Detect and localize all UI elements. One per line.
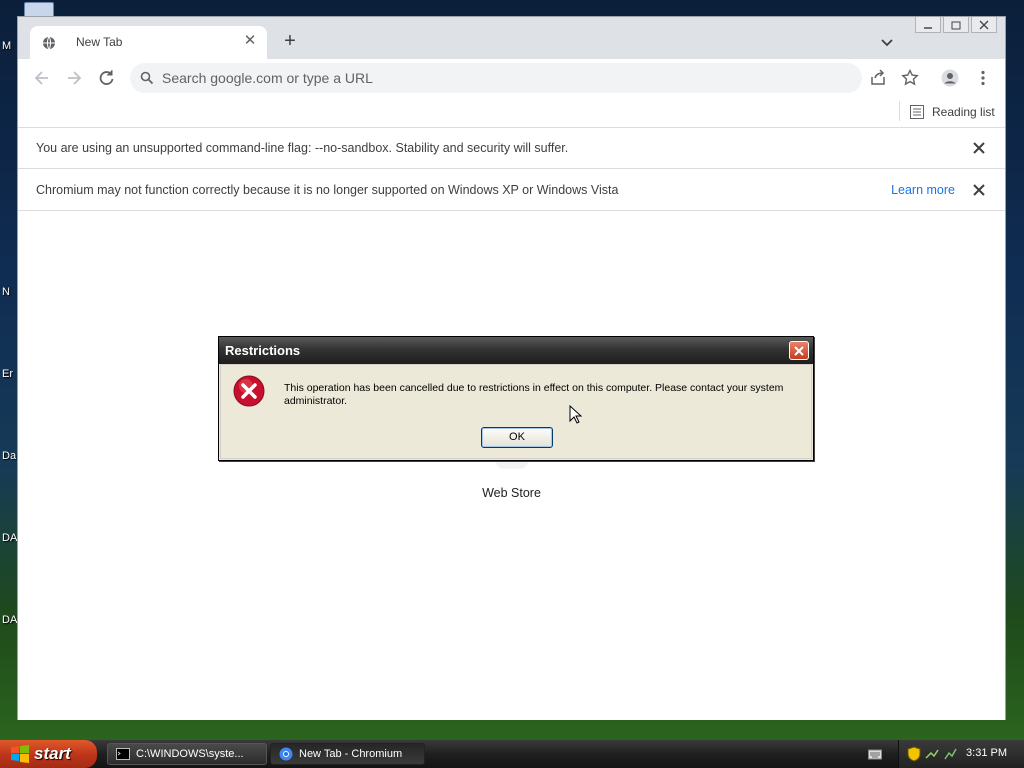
start-button[interactable]: start bbox=[0, 740, 97, 768]
reading-list-button[interactable]: Reading list bbox=[910, 103, 995, 121]
chevron-down-icon[interactable] bbox=[878, 33, 896, 51]
dialog-close-button[interactable] bbox=[789, 341, 809, 360]
error-icon bbox=[233, 375, 265, 407]
share-icon[interactable] bbox=[869, 69, 887, 87]
taskbar-item-cmd[interactable]: C:\WINDOWS\syste... bbox=[107, 743, 267, 765]
address-placeholder: Search google.com or type a URL bbox=[162, 70, 373, 86]
separator bbox=[899, 101, 900, 121]
infobar-text: Chromium may not function correctly beca… bbox=[36, 183, 619, 197]
toolbar: Search google.com or type a URL bbox=[18, 59, 1005, 97]
desktop-icon-label[interactable]: Da bbox=[2, 450, 16, 462]
learn-more-link[interactable]: Learn more bbox=[891, 183, 955, 197]
windows-logo-icon bbox=[11, 745, 29, 763]
tab-strip: New Tab ✕ + bbox=[18, 17, 1005, 59]
start-label: start bbox=[34, 744, 71, 763]
reload-icon[interactable] bbox=[96, 68, 116, 88]
close-window-button[interactable] bbox=[971, 17, 997, 33]
dialog-message: This operation has been cancelled due to… bbox=[284, 382, 784, 407]
star-icon[interactable] bbox=[901, 69, 919, 87]
clock[interactable]: 3:31 PM bbox=[966, 747, 1007, 759]
page-content: Web Store bbox=[18, 214, 1005, 720]
webstore-label[interactable]: Web Store bbox=[18, 486, 1005, 500]
profile-icon[interactable] bbox=[941, 69, 959, 87]
search-icon bbox=[140, 71, 154, 85]
new-tab-button[interactable]: + bbox=[280, 31, 300, 51]
taskbar: start C:\WINDOWS\syste... New Tab - Chro… bbox=[0, 740, 1024, 768]
infobar-text: You are using an unsupported command-lin… bbox=[36, 141, 569, 155]
keyboard-icon[interactable] bbox=[868, 748, 882, 760]
dialog-body: This operation has been cancelled due to… bbox=[220, 364, 812, 459]
ok-button[interactable]: OK bbox=[481, 427, 553, 448]
address-bar[interactable]: Search google.com or type a URL bbox=[130, 63, 862, 93]
tab-new-tab[interactable]: New Tab ✕ bbox=[30, 26, 267, 59]
network-icon[interactable] bbox=[925, 747, 939, 761]
tab-title: New Tab bbox=[76, 35, 123, 49]
close-icon[interactable] bbox=[971, 140, 987, 156]
minimize-button[interactable] bbox=[915, 17, 941, 33]
chromium-icon bbox=[279, 747, 293, 761]
desktop-icon-label[interactable]: DA bbox=[2, 614, 17, 626]
minimize-icon bbox=[924, 26, 932, 29]
desktop-icon-label[interactable]: N bbox=[2, 286, 10, 298]
connection-icon[interactable] bbox=[943, 747, 957, 761]
dialog-title: Restrictions bbox=[225, 343, 301, 358]
reading-list-icon bbox=[910, 105, 924, 119]
window-controls bbox=[915, 17, 997, 33]
menu-icon[interactable] bbox=[974, 69, 992, 87]
webstore-tile[interactable] bbox=[496, 461, 528, 469]
taskbar-item-label: C:\WINDOWS\syste... bbox=[136, 748, 244, 760]
back-arrow-icon[interactable] bbox=[32, 68, 52, 88]
reading-list-label: Reading list bbox=[932, 105, 995, 119]
close-icon bbox=[979, 20, 989, 29]
taskbar-item-label: New Tab - Chromium bbox=[299, 748, 403, 760]
restore-button[interactable] bbox=[943, 17, 969, 33]
bookmark-bar: Reading list bbox=[18, 97, 1005, 128]
taskbar-item-chromium[interactable]: New Tab - Chromium bbox=[270, 743, 425, 765]
close-icon[interactable] bbox=[971, 182, 987, 198]
infobar-sandbox: You are using an unsupported command-lin… bbox=[18, 128, 1005, 169]
globe-icon bbox=[43, 36, 55, 50]
desktop-icon-label[interactable]: Er bbox=[2, 368, 13, 380]
infobar-unsupported-os: Chromium may not function correctly beca… bbox=[18, 170, 1005, 211]
cmd-icon bbox=[116, 748, 130, 760]
system-tray: 3:31 PM bbox=[898, 740, 1024, 768]
desktop-icon-label[interactable]: DA bbox=[2, 532, 17, 544]
desktop-icon-label[interactable]: M bbox=[2, 40, 11, 52]
forward-arrow-icon[interactable] bbox=[64, 68, 84, 88]
mouse-cursor-icon bbox=[569, 405, 582, 424]
restrictions-dialog: Restrictions This operation has been can… bbox=[218, 336, 814, 461]
restore-icon bbox=[951, 21, 961, 29]
shield-icon[interactable] bbox=[907, 746, 921, 762]
dialog-title-bar[interactable]: Restrictions bbox=[219, 337, 813, 364]
close-icon[interactable]: ✕ bbox=[241, 32, 259, 50]
close-icon bbox=[794, 345, 804, 356]
